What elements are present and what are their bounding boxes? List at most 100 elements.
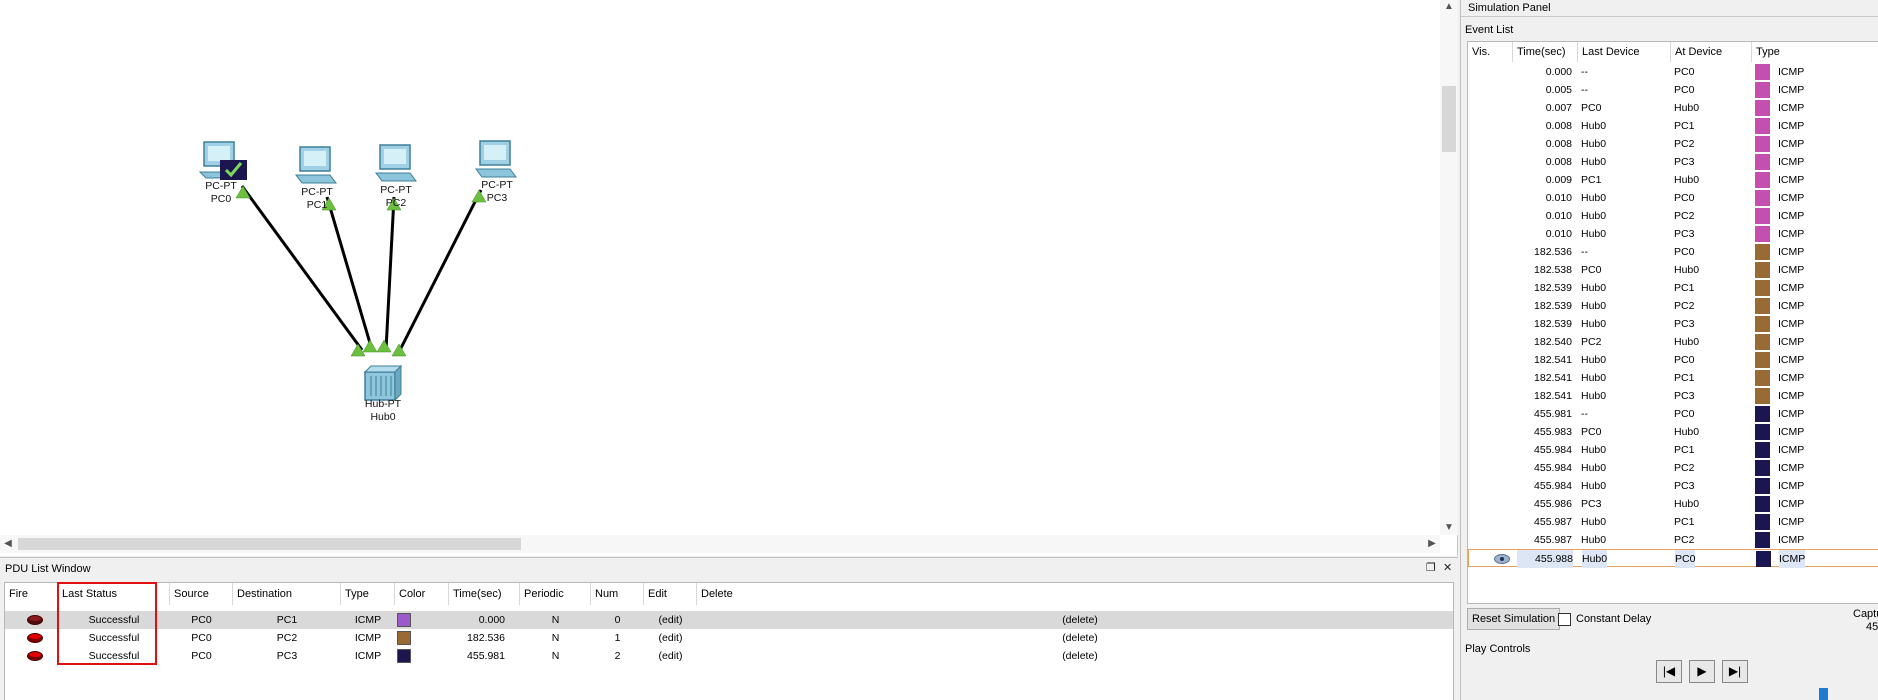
pdu-delete-link[interactable]: (delete) [1045, 611, 1115, 629]
event-row[interactable]: 182.536 -- PC0 ICMP [1468, 243, 1878, 261]
col-last-status[interactable]: Last Status [58, 583, 170, 605]
play-controls-label: Play Controls [1465, 643, 1531, 655]
event-time: 0.008 [1545, 138, 1572, 150]
event-row[interactable]: 182.541 Hub0 PC3 ICMP [1468, 387, 1878, 405]
col-delete[interactable]: Delete [697, 583, 1453, 605]
event-row[interactable]: 455.984 Hub0 PC1 ICMP [1468, 441, 1878, 459]
col-edit[interactable]: Edit [644, 583, 697, 605]
event-time: 182.541 [1534, 390, 1572, 402]
vertical-scroll-thumb[interactable] [1442, 86, 1456, 152]
hub0-label: Hub-PT Hub0 [343, 398, 423, 424]
pc1-device[interactable] [295, 146, 337, 184]
event-at-device: Hub0 [1674, 174, 1700, 186]
event-row[interactable]: 455.984 Hub0 PC3 ICMP [1468, 477, 1878, 495]
event-type: ICMP [1778, 390, 1805, 402]
link-pc1-hub0[interactable] [325, 196, 374, 351]
event-row[interactable]: 455.987 Hub0 PC2 ICMP [1468, 531, 1878, 549]
col-at-device[interactable]: At Device [1671, 42, 1752, 62]
col-type[interactable]: Type [341, 583, 395, 605]
port-indicator-hub0-1 [350, 343, 366, 357]
scroll-up-arrow-icon[interactable]: ▲ [1440, 0, 1458, 14]
workspace-vertical-scrollbar[interactable]: ▲ ▼ [1440, 0, 1458, 535]
event-row[interactable]: 0.008 Hub0 PC1 ICMP [1468, 117, 1878, 135]
event-row[interactable]: 0.010 Hub0 PC0 ICMP [1468, 189, 1878, 207]
col-periodic[interactable]: Periodic [520, 583, 591, 605]
event-time: 0.008 [1545, 156, 1572, 168]
fire-icon[interactable] [27, 633, 43, 643]
event-row[interactable]: 455.987 Hub0 PC1 ICMP [1468, 513, 1878, 531]
pdu-periodic: N [551, 614, 560, 626]
event-row[interactable]: 182.538 PC0 Hub0 ICMP [1468, 261, 1878, 279]
event-row[interactable]: 0.009 PC1 Hub0 ICMP [1468, 171, 1878, 189]
scroll-left-arrow-icon[interactable]: ◀ [0, 535, 16, 553]
event-row[interactable]: 0.007 PC0 Hub0 ICMP [1468, 99, 1878, 117]
event-row[interactable]: 182.539 Hub0 PC1 ICMP [1468, 279, 1878, 297]
pdu-delete-link[interactable]: (delete) [1045, 647, 1115, 665]
event-row[interactable]: 182.539 Hub0 PC3 ICMP [1468, 315, 1878, 333]
event-row[interactable]: 182.539 Hub0 PC2 ICMP [1468, 297, 1878, 315]
pdu-row[interactable]: Successful PC0 PC2 ICMP 182.536 N 1 (edi… [5, 629, 1453, 647]
pdu-color-swatch [397, 613, 411, 627]
event-list-label: Event List [1465, 24, 1514, 36]
event-at-device: PC2 [1674, 462, 1695, 474]
event-row[interactable]: 455.986 PC3 Hub0 ICMP [1468, 495, 1878, 513]
col-last-device[interactable]: Last Device [1578, 42, 1671, 62]
scroll-down-arrow-icon[interactable]: ▼ [1440, 521, 1458, 535]
event-row[interactable]: 0.010 Hub0 PC2 ICMP [1468, 207, 1878, 225]
col-destination[interactable]: Destination [233, 583, 341, 605]
event-type: ICMP [1778, 444, 1805, 456]
link-pc3-hub0[interactable] [398, 189, 483, 351]
play-button[interactable]: ▶ [1689, 660, 1715, 683]
event-row[interactable]: 0.010 Hub0 PC3 ICMP [1468, 225, 1878, 243]
col-fire[interactable]: Fire [5, 583, 58, 605]
pc3-device[interactable] [475, 140, 517, 178]
event-row[interactable]: 0.000 -- PC0 ICMP [1468, 63, 1878, 81]
hub0-device[interactable] [363, 364, 403, 402]
event-at-device: Hub0 [1674, 264, 1700, 276]
col-num[interactable]: Num [591, 583, 644, 605]
event-time: 182.541 [1534, 354, 1572, 366]
event-type: ICMP [1778, 300, 1805, 312]
col-time[interactable]: Time(sec) [449, 583, 520, 605]
fire-icon[interactable] [27, 651, 43, 661]
col-vis[interactable]: Vis. [1468, 42, 1513, 62]
pc0-device[interactable] [198, 141, 247, 180]
workspace-horizontal-scrollbar[interactable]: ◀ ▶ [0, 535, 1440, 553]
eye-icon[interactable] [1494, 554, 1510, 564]
event-row[interactable]: 455.983 PC0 Hub0 ICMP [1468, 423, 1878, 441]
pdu-delete-link[interactable]: (delete) [1045, 629, 1115, 647]
capture-forward-button[interactable]: ▶| [1722, 660, 1748, 683]
topology-canvas[interactable] [0, 0, 1440, 535]
pdu-row[interactable]: Successful PC0 PC1 ICMP 0.000 N 0 (edit)… [5, 611, 1453, 629]
event-row[interactable]: 182.541 Hub0 PC1 ICMP [1468, 369, 1878, 387]
fire-icon[interactable] [27, 615, 43, 625]
pdu-row[interactable]: Successful PC0 PC3 ICMP 455.981 N 2 (edi… [5, 647, 1453, 665]
col-time-sec[interactable]: Time(sec) [1513, 42, 1578, 62]
constant-delay-checkbox[interactable] [1558, 613, 1571, 626]
event-row[interactable]: 0.008 Hub0 PC3 ICMP [1468, 153, 1878, 171]
restore-window-icon[interactable]: ❐ [1426, 561, 1436, 574]
reset-simulation-button[interactable]: Reset Simulation [1467, 608, 1561, 630]
back-button[interactable]: |◀ [1656, 660, 1682, 683]
logical-workspace[interactable]: PC-PT PC0 PC-PT PC1 PC-PT PC2 PC-PT PC3 … [0, 0, 1458, 556]
close-window-icon[interactable]: ✕ [1443, 561, 1452, 574]
event-time: 182.539 [1534, 300, 1572, 312]
col-color[interactable]: Color [395, 583, 449, 605]
pc2-device[interactable] [375, 144, 417, 182]
play-speed-slider[interactable] [1819, 688, 1828, 700]
pdu-edit-link[interactable]: (edit) [644, 647, 697, 665]
event-row[interactable]: 455.981 -- PC0 ICMP [1468, 405, 1878, 423]
scroll-right-arrow-icon[interactable]: ▶ [1424, 535, 1440, 553]
event-row[interactable]: 0.005 -- PC0 ICMP [1468, 81, 1878, 99]
horizontal-scroll-thumb[interactable] [18, 538, 521, 550]
link-pc2-hub0[interactable] [384, 196, 396, 351]
event-row[interactable]: 455.984 Hub0 PC2 ICMP [1468, 459, 1878, 477]
col-source[interactable]: Source [170, 583, 233, 605]
pdu-edit-link[interactable]: (edit) [644, 629, 697, 647]
event-row[interactable]: 455.988 Hub0 PC0 ICMP [1468, 549, 1878, 568]
col-event-type[interactable]: Type [1752, 42, 1878, 62]
event-row[interactable]: 182.541 Hub0 PC0 ICMP [1468, 351, 1878, 369]
event-row[interactable]: 182.540 PC2 Hub0 ICMP [1468, 333, 1878, 351]
event-row[interactable]: 0.008 Hub0 PC2 ICMP [1468, 135, 1878, 153]
pdu-edit-link[interactable]: (edit) [644, 611, 697, 629]
